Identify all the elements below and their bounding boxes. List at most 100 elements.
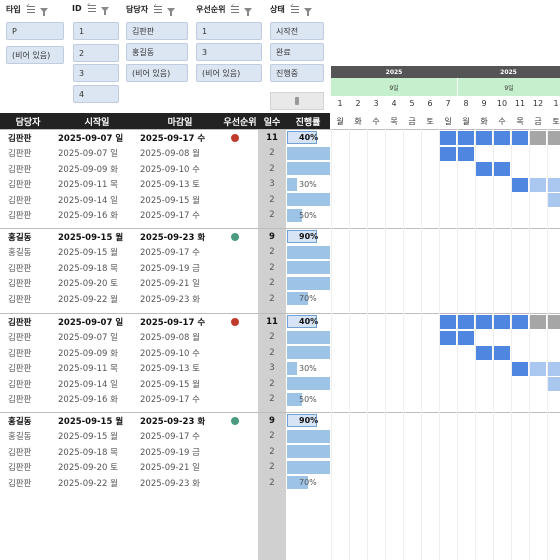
priority-cell: [222, 314, 248, 329]
header-days[interactable]: 일수: [258, 113, 286, 129]
task-row[interactable]: 김판판 2025-09-16 화 2025-09-17 수 2 50%: [0, 208, 330, 223]
end-date-cell: 2025-09-13 토: [140, 180, 200, 190]
slicer-item[interactable]: P: [6, 22, 64, 40]
assignee-cell: 김판판: [8, 211, 32, 221]
progress-cell: [287, 146, 330, 161]
slicer-item[interactable]: 3: [73, 64, 119, 82]
task-row[interactable]: 김판판 2025-09-07 일 2025-09-08 월 2: [0, 146, 330, 161]
day-number: 5: [409, 99, 415, 108]
day-number: 10: [496, 99, 508, 108]
task-row[interactable]: 김판판 2025-09-14 일 2025-09-15 월 2: [0, 376, 330, 391]
progress-label: 90%: [299, 416, 319, 425]
gantt-bar-cell: [457, 315, 475, 329]
end-date-cell: 2025-09-17 수: [140, 211, 200, 221]
week-label: 9일: [458, 78, 560, 96]
priority-cell: [222, 475, 248, 490]
day-number: 4: [391, 99, 397, 108]
day-of-week: 화: [480, 117, 488, 126]
end-date-cell: 2025-09-23 화: [140, 416, 206, 427]
assignee-cell: 김판판: [8, 279, 32, 289]
end-date-cell: 2025-09-21 일: [140, 279, 200, 289]
header-priority[interactable]: 우선순위: [222, 113, 258, 129]
assignee-cell: 김판판: [8, 379, 32, 390]
priority-dot-icon: [231, 317, 239, 326]
slicer-item[interactable]: 홍길동: [126, 43, 188, 61]
days-cell: 11: [266, 132, 278, 143]
start-date-cell: 2025-09-09 화: [58, 348, 118, 359]
slicer-item[interactable]: 완료: [270, 43, 324, 61]
progress-cell: 70%: [287, 475, 330, 490]
slicer-item[interactable]: (비어 있음): [6, 46, 64, 64]
header-progress[interactable]: 진행률: [286, 113, 330, 129]
slicer-item[interactable]: 진행중: [270, 64, 324, 82]
progress-cell: [287, 376, 330, 391]
task-row[interactable]: 김판판 2025-09-14 일 2025-09-15 월 2: [0, 192, 330, 207]
slicer-item[interactable]: 3: [196, 43, 262, 61]
clear-filter-icon[interactable]: [100, 7, 109, 15]
header-end-date[interactable]: 마감일: [138, 113, 222, 129]
clear-filter-icon[interactable]: [167, 8, 176, 16]
clear-filter-icon[interactable]: [39, 8, 48, 16]
task-row[interactable]: 김판판 2025-09-07 일 2025-09-08 월 2: [0, 330, 330, 345]
slicer-item[interactable]: 1: [73, 22, 119, 40]
days-cell: 2: [269, 378, 275, 389]
assignee-cell: 김판판: [8, 294, 32, 305]
progress-label: 40%: [299, 133, 319, 142]
multi-select-icon[interactable]: [230, 3, 241, 14]
summary-row[interactable]: 김판판 2025-09-07 일 2025-09-17 수 11 40%: [0, 130, 330, 145]
task-row[interactable]: 김판판 2025-09-20 토 2025-09-21 일 2: [0, 276, 330, 291]
slicer-title-label: 타입: [6, 5, 21, 14]
task-row[interactable]: 김판판 2025-09-22 월 2025-09-23 화 2 70%: [0, 475, 330, 490]
header-start-date[interactable]: 시작일: [56, 113, 138, 129]
task-row[interactable]: 김판판 2025-09-22 월 2025-09-23 화 2 70%: [0, 291, 330, 306]
gantt-gridline: [349, 129, 350, 560]
slicer-item[interactable]: (비어 있음): [196, 64, 262, 82]
end-date-cell: 2025-09-10 수: [140, 164, 200, 175]
multi-select-icon[interactable]: [87, 2, 98, 13]
progress-label: 50%: [299, 394, 317, 404]
task-row[interactable]: 김판판 2025-09-11 목 2025-09-13 토 3 30%: [0, 177, 330, 192]
progress-bar: [287, 346, 330, 359]
slicer-item[interactable]: 시작전: [270, 22, 324, 40]
summary-row[interactable]: 홍길동 2025-09-15 월 2025-09-23 화 9 90%: [0, 229, 330, 244]
slicer-item[interactable]: 1: [196, 22, 262, 40]
summary-row[interactable]: 김판판 2025-09-07 일 2025-09-17 수 11 40%: [0, 314, 330, 329]
multi-select-icon[interactable]: [153, 3, 164, 14]
days-cell: 2: [269, 247, 275, 257]
task-row[interactable]: 김판판 2025-09-16 화 2025-09-17 수 2 50%: [0, 392, 330, 407]
start-date-cell: 2025-09-18 목: [58, 447, 118, 458]
slicer-item[interactable]: 2: [73, 44, 119, 62]
multi-select-icon[interactable]: [290, 3, 301, 14]
task-row[interactable]: 김판판 2025-09-11 목 2025-09-13 토 3 30%: [0, 361, 330, 376]
end-date-cell: 2025-09-17 수: [140, 432, 200, 442]
task-row[interactable]: 김판판 2025-09-20 토 2025-09-21 일 2: [0, 460, 330, 475]
day-of-week: 월: [336, 117, 344, 126]
task-row[interactable]: 김판판 2025-09-18 목 2025-09-19 금 2: [0, 444, 330, 459]
task-row[interactable]: 김판판 2025-09-09 화 2025-09-10 수 2: [0, 161, 330, 176]
clear-filter-icon[interactable]: [303, 8, 312, 16]
gantt-bar-cell: [547, 361, 560, 376]
end-date-cell: 2025-09-15 월: [140, 379, 200, 390]
progress-cell: [287, 345, 330, 360]
slicer-item[interactable]: 김판판: [126, 22, 188, 40]
priority-dot-icon: [231, 232, 239, 241]
day-number: 9: [481, 99, 487, 108]
summary-row[interactable]: 홍길동 2025-09-15 월 2025-09-23 화 9 90%: [0, 413, 330, 428]
header-assignee[interactable]: 담당자: [0, 113, 56, 129]
clear-filter-icon[interactable]: [244, 8, 253, 16]
task-row[interactable]: 김판판 2025-09-18 목 2025-09-19 금 2: [0, 260, 330, 275]
task-row[interactable]: 김판판 2025-09-09 화 2025-09-10 수 2: [0, 345, 330, 360]
gantt-gridline: [475, 129, 476, 560]
slicer-item[interactable]: (비어 있음): [126, 64, 188, 82]
slicer-item[interactable]: 4: [73, 85, 119, 103]
priority-cell: [222, 330, 248, 345]
multi-select-icon[interactable]: [26, 3, 37, 14]
slicer-scrollbar[interactable]: [270, 92, 324, 110]
gantt-bar-cell: [529, 315, 547, 329]
gantt-bar-cell: [529, 177, 547, 192]
task-row[interactable]: 홍길동 2025-09-15 월 2025-09-17 수 2: [0, 429, 330, 444]
progress-cell: [287, 330, 330, 345]
task-row[interactable]: 홍길동 2025-09-15 월 2025-09-17 수 2: [0, 245, 330, 260]
gantt-gridline: [547, 129, 548, 560]
slicer-title-assignee: 담당자: [126, 3, 176, 16]
